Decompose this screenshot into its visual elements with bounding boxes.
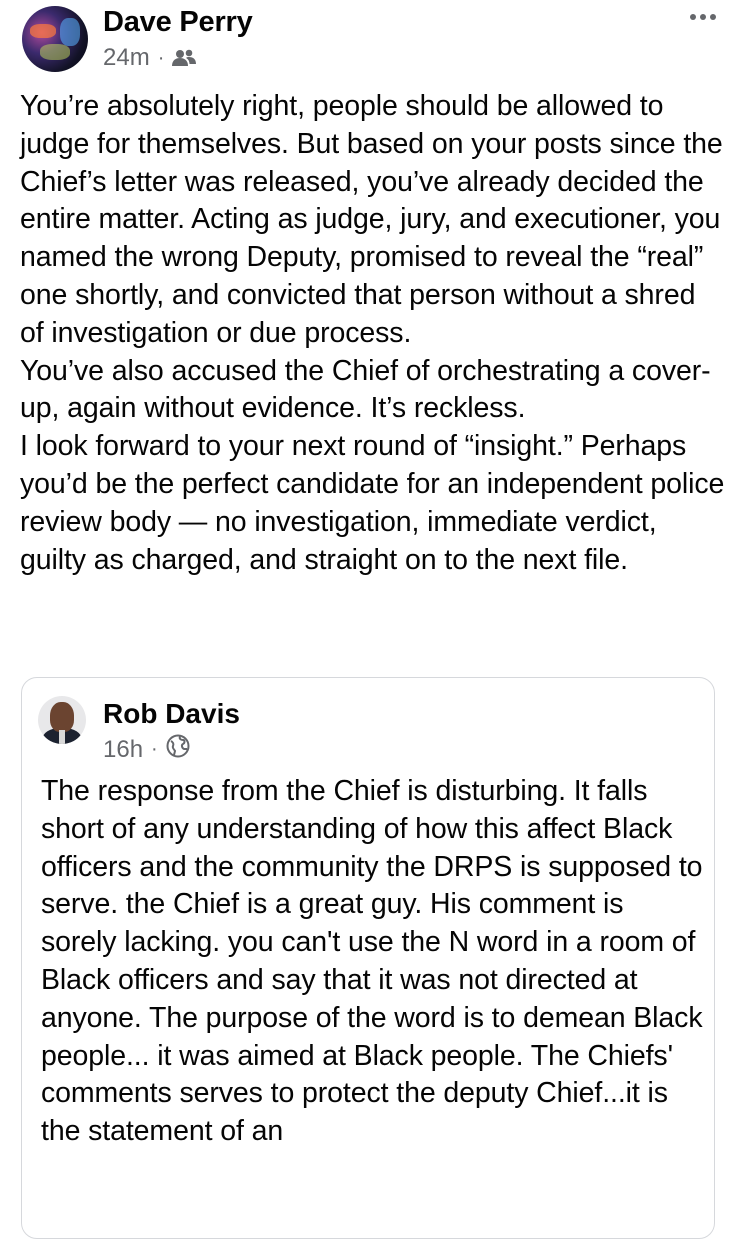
author-avatar[interactable] (22, 6, 88, 72)
post-timestamp[interactable]: 24m (103, 44, 150, 72)
post-meta: 24m · (103, 44, 197, 72)
shared-post-timestamp[interactable]: 16h (103, 736, 143, 764)
post-body: You’re absolutely right, people should b… (20, 90, 725, 576)
facebook-comment: Dave Perry 24m · You’re absolutely right… (0, 0, 736, 1239)
author-name[interactable]: Dave Perry (103, 6, 253, 39)
shared-author-name[interactable]: Rob Davis (103, 698, 240, 730)
more-options-icon[interactable] (690, 14, 716, 20)
globe-icon (166, 734, 190, 765)
shared-post-meta: 16h · (103, 734, 190, 765)
shared-post-card[interactable]: Rob Davis 16h · The response from the Ch… (21, 677, 715, 1239)
shared-author-avatar[interactable] (38, 696, 86, 744)
meta-separator: · (157, 46, 165, 69)
friends-icon (172, 48, 197, 68)
shared-post-body: The response from the Chief is disturbin… (41, 775, 703, 1148)
meta-separator: · (151, 738, 158, 760)
